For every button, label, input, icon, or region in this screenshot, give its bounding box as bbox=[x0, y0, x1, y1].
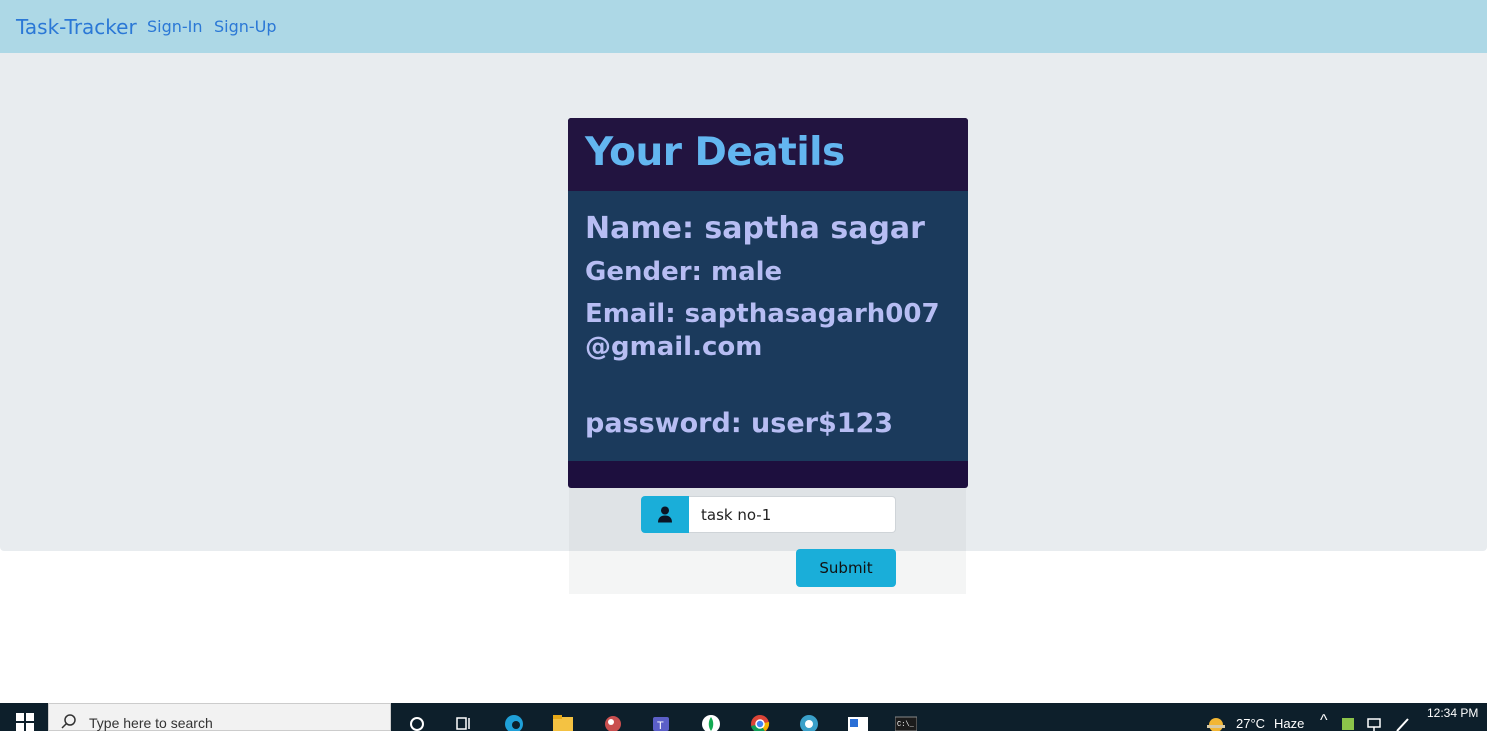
pen-icon[interactable] bbox=[1394, 710, 1410, 731]
cortana-icon[interactable] bbox=[406, 710, 428, 731]
windows-start-icon[interactable] bbox=[16, 713, 34, 731]
weather-temp: 27°C bbox=[1236, 716, 1266, 731]
edge-icon[interactable] bbox=[503, 710, 525, 731]
gender-detail: Gender: male bbox=[585, 257, 783, 287]
search-placeholder: Type here to search bbox=[89, 715, 213, 731]
task-input[interactable] bbox=[689, 496, 896, 533]
input-prepend bbox=[641, 496, 689, 533]
news-icon[interactable] bbox=[847, 710, 869, 731]
details-card: Your Deatils Name: saptha sagar Gender: … bbox=[568, 118, 968, 488]
network-icon[interactable] bbox=[1366, 710, 1382, 731]
name-detail: Name: saptha sagar bbox=[585, 211, 925, 246]
card-title: Your Deatils bbox=[585, 130, 845, 175]
chrome-icon[interactable] bbox=[749, 710, 771, 731]
task-view-icon[interactable] bbox=[453, 710, 475, 731]
weather-desc: Haze bbox=[1274, 716, 1305, 731]
tray-app-icon[interactable] bbox=[1340, 710, 1356, 731]
nav-sign-in-link[interactable]: Sign-In bbox=[147, 17, 203, 36]
svg-text:C:\_: C:\_ bbox=[897, 721, 915, 729]
user-icon bbox=[658, 506, 672, 523]
search-icon bbox=[61, 714, 76, 729]
file-explorer-icon[interactable] bbox=[552, 710, 574, 731]
email-detail: Email: sapthasagarh007@gmail.com bbox=[585, 299, 940, 362]
teams-icon[interactable]: T bbox=[651, 710, 673, 731]
mongodb-icon[interactable] bbox=[700, 710, 722, 731]
edge-dev-icon[interactable] bbox=[798, 710, 820, 731]
card-body: Name: saptha sagar Gender: male Email: s… bbox=[568, 191, 968, 461]
clock-time[interactable]: 12:34 PM bbox=[1427, 706, 1478, 720]
svg-text:T: T bbox=[657, 720, 664, 731]
tray-chevron-up-icon[interactable]: ^ bbox=[1320, 712, 1328, 730]
taskbar-search[interactable]: Type here to search bbox=[48, 703, 391, 731]
nav-sign-up-link[interactable]: Sign-Up bbox=[214, 17, 277, 36]
weather-icon[interactable] bbox=[1205, 710, 1227, 731]
terminal-icon[interactable]: C:\_ bbox=[895, 710, 917, 731]
navbar: Task-Tracker Sign-In Sign-Up bbox=[0, 0, 1487, 53]
submit-button[interactable]: Submit bbox=[796, 549, 896, 587]
brand-link[interactable]: Task-Tracker bbox=[16, 15, 137, 39]
app-icon[interactable] bbox=[602, 710, 624, 731]
card-header: Your Deatils bbox=[568, 118, 968, 192]
password-detail: password: user$123 bbox=[585, 408, 894, 439]
